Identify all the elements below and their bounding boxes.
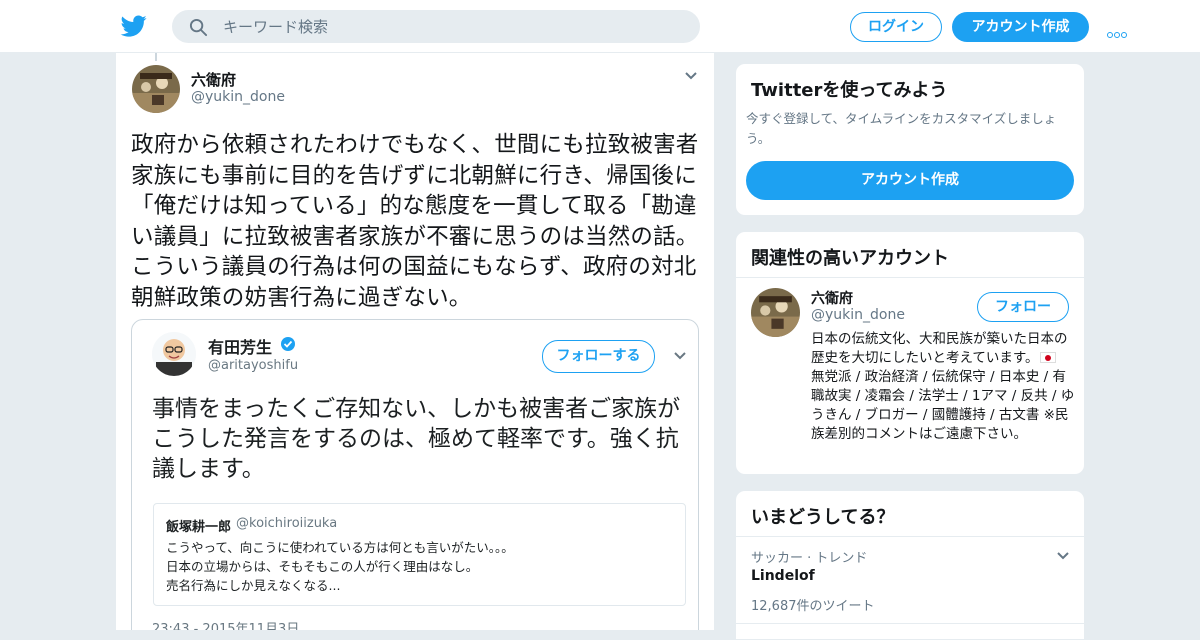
avatar[interactable] [132,65,180,113]
signup-module-button[interactable]: アカウント作成 [746,161,1074,200]
divider [736,623,1084,624]
trend-tweet-count: 12,687件のツイート [751,599,875,614]
divider [736,277,1084,278]
signup-module-title: Twitterを使ってみよう [751,80,948,101]
trends-module-title: いまどうしてる？ [751,507,895,528]
top-navigation-bar: ログイン アカウント作成 [0,0,1200,53]
related-account-handle[interactable]: @yukin_done [811,307,905,323]
twitter-bird-logo-icon[interactable] [120,13,148,39]
signup-module: Twitterを使ってみよう 今すぐ登録して、タイムラインをカスタマイズしましょ… [735,63,1085,216]
related-accounts-module: 関連性の高いアカウント 六衛府 @yukin_done フォロー 日本の伝統文化… [735,231,1085,475]
trend-category: サッカー · トレンド [751,551,868,566]
signup-module-description: 今すぐ登録して、タイムラインをカスタマイズしましょう。 [746,111,1057,146]
trends-module: いまどうしてる？ サッカー · トレンド Lindelof 12,687件のツイ… [735,490,1085,640]
embed-author-name[interactable]: 有田芳生 [208,334,272,358]
embed-timestamp[interactable]: 23:43 - 2015年11月3日 [152,618,299,630]
search-icon [189,18,208,37]
bio-text-part-1: 日本の伝統文化、大和民族が築いた日本の歴史を大切にしたいと考えています。 [811,331,1068,366]
trend-chevron-down-icon[interactable] [1056,551,1070,561]
trend-name-link[interactable]: Lindelof [751,568,815,584]
japan-flag-icon [1040,352,1057,363]
quote-author-handle: @koichiroiizuka [236,516,338,531]
verified-badge-icon [281,337,295,351]
thread-connector-line [155,53,157,61]
embed-follow-button[interactable]: フォローする [542,340,655,373]
search-input[interactable] [223,11,683,42]
login-button[interactable]: ログイン [850,12,942,42]
related-account-bio: 日本の伝統文化、大和民族が築いた日本の歴史を大切にしたいと考えています。 無党派… [811,330,1076,444]
related-account-follow-button[interactable]: フォロー [977,292,1069,322]
quote-author-name: 飯塚耕一郎 [166,520,232,535]
embed-chevron-down-icon[interactable] [673,351,687,361]
related-account-name[interactable]: 六衛府 [811,288,853,308]
embed-tweet-text: 事情をまったくご存知ない、しかも被害者ご家族がこうした発言をするのは、極めて軽率… [152,396,681,482]
divider [736,536,1084,537]
chevron-down-icon[interactable] [684,71,698,81]
tweet-text: 政府から依頼されたわけでもなく、世間にも拉致被害者家族にも事前に目的を告げずに北… [131,132,699,311]
embedded-tweet[interactable]: 有田芳生 @aritayoshifu フォローする 事情をまったくご存知ない、し… [131,319,699,630]
bio-text-part-2: 無党派 / 政治経済 / 伝統保守 / 日本史 / 有職故実 / 凌霜会 / 法… [811,369,1075,442]
tweet-card: 六衛府 @yukin_done 政府から依頼されたわけでもなく、世間にも拉致被害… [115,53,715,630]
quote-text: こうやって、向こうに使われている方は何とも言いがたい。。。 日本の立場からは、そ… [166,540,514,593]
search-box[interactable] [172,10,700,43]
related-module-title: 関連性の高いアカウント [751,248,949,269]
related-account-avatar[interactable] [751,288,800,337]
embed-author-handle[interactable]: @aritayoshifu [208,358,298,373]
signup-button[interactable]: アカウント作成 [952,12,1089,42]
quoted-tweet[interactable]: 飯塚耕一郎 @koichiroiizuka こうやって、向こうに使われている方は… [153,503,686,606]
author-name[interactable]: 六衛府 [191,69,236,90]
more-options-icon[interactable] [1107,23,1129,38]
embed-avatar[interactable] [152,332,196,376]
author-handle[interactable]: @yukin_done [191,89,285,105]
